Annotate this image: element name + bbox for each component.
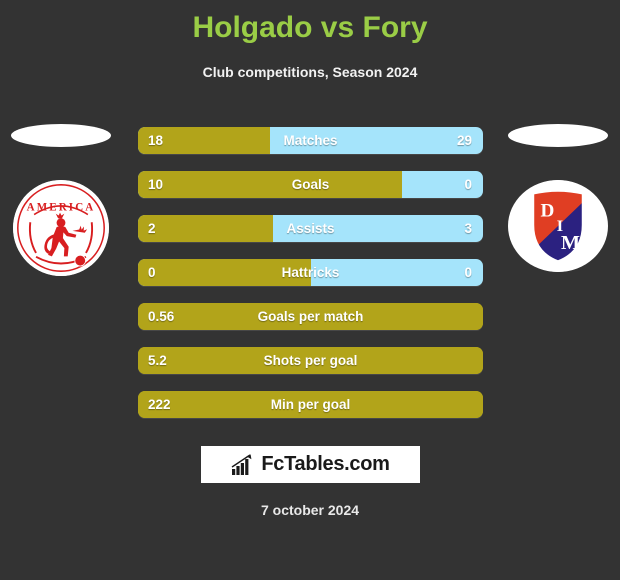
stat-row-assists: 2 Assists 3 [138, 215, 483, 242]
stat-bar-left-fill [138, 171, 402, 198]
stat-right-value: 0 [464, 177, 472, 192]
stat-row-min-per-goal: 222 Min per goal [138, 391, 483, 418]
stat-left-value: 0.56 [148, 309, 175, 324]
page-title: Holgado vs Fory [192, 11, 428, 44]
right-logo-ellipse-decoration [508, 124, 608, 147]
svg-text:D: D [541, 200, 555, 221]
stat-right-value: 3 [464, 221, 472, 236]
america-de-cali-crest-icon: AMERICA [13, 180, 109, 276]
fctables-logo[interactable]: FcTables.com [201, 446, 420, 483]
stat-right-value: 0 [464, 265, 472, 280]
stat-left-value: 2 [148, 221, 156, 236]
stat-bar-left-fill [138, 259, 311, 286]
stat-bar-left-fill [138, 303, 483, 330]
stat-left-value: 18 [148, 133, 164, 148]
svg-text:AMERICA: AMERICA [27, 202, 96, 214]
date-label: 7 october 2024 [260, 502, 360, 518]
right-team-logo-block: D I M [508, 124, 608, 272]
stat-row-shots-per-goal: 5.2 Shots per goal [138, 347, 483, 374]
stat-row-hattricks: 0 Hattricks 0 [138, 259, 483, 286]
comparison-infographic: Holgado vs Fory Club competitions, Seaso… [0, 0, 620, 580]
left-team-crest: AMERICA [13, 180, 109, 276]
fctables-brand-text: FcTables.com [261, 453, 390, 475]
stat-row-goals: 10 Goals 0 [138, 171, 483, 198]
stat-bar-left-fill [138, 215, 273, 242]
stat-left-value: 10 [148, 177, 164, 192]
left-team-logo-block: AMERICA [11, 124, 111, 276]
stat-right-value: 29 [456, 133, 472, 148]
stat-bar-left-fill [138, 391, 483, 418]
stat-left-value: 0 [148, 265, 156, 280]
bar-chart-growth-icon [231, 453, 252, 475]
stat-bar-left-fill [138, 347, 483, 374]
stat-row-matches: 18 Matches 29 [138, 127, 483, 154]
stat-left-value: 5.2 [148, 353, 167, 368]
svg-text:M: M [561, 232, 580, 254]
independiente-medellin-crest-icon: D I M [510, 180, 606, 272]
left-logo-ellipse-decoration [11, 124, 111, 147]
stat-row-goals-per-match: 0.56 Goals per match [138, 303, 483, 330]
stats-list: 18 Matches 29 10 Goals 0 2 Assists 3 0 H… [138, 127, 483, 435]
right-team-crest: D I M [508, 180, 608, 272]
stat-left-value: 222 [148, 397, 171, 412]
page-subtitle: Club competitions, Season 2024 [202, 64, 418, 80]
